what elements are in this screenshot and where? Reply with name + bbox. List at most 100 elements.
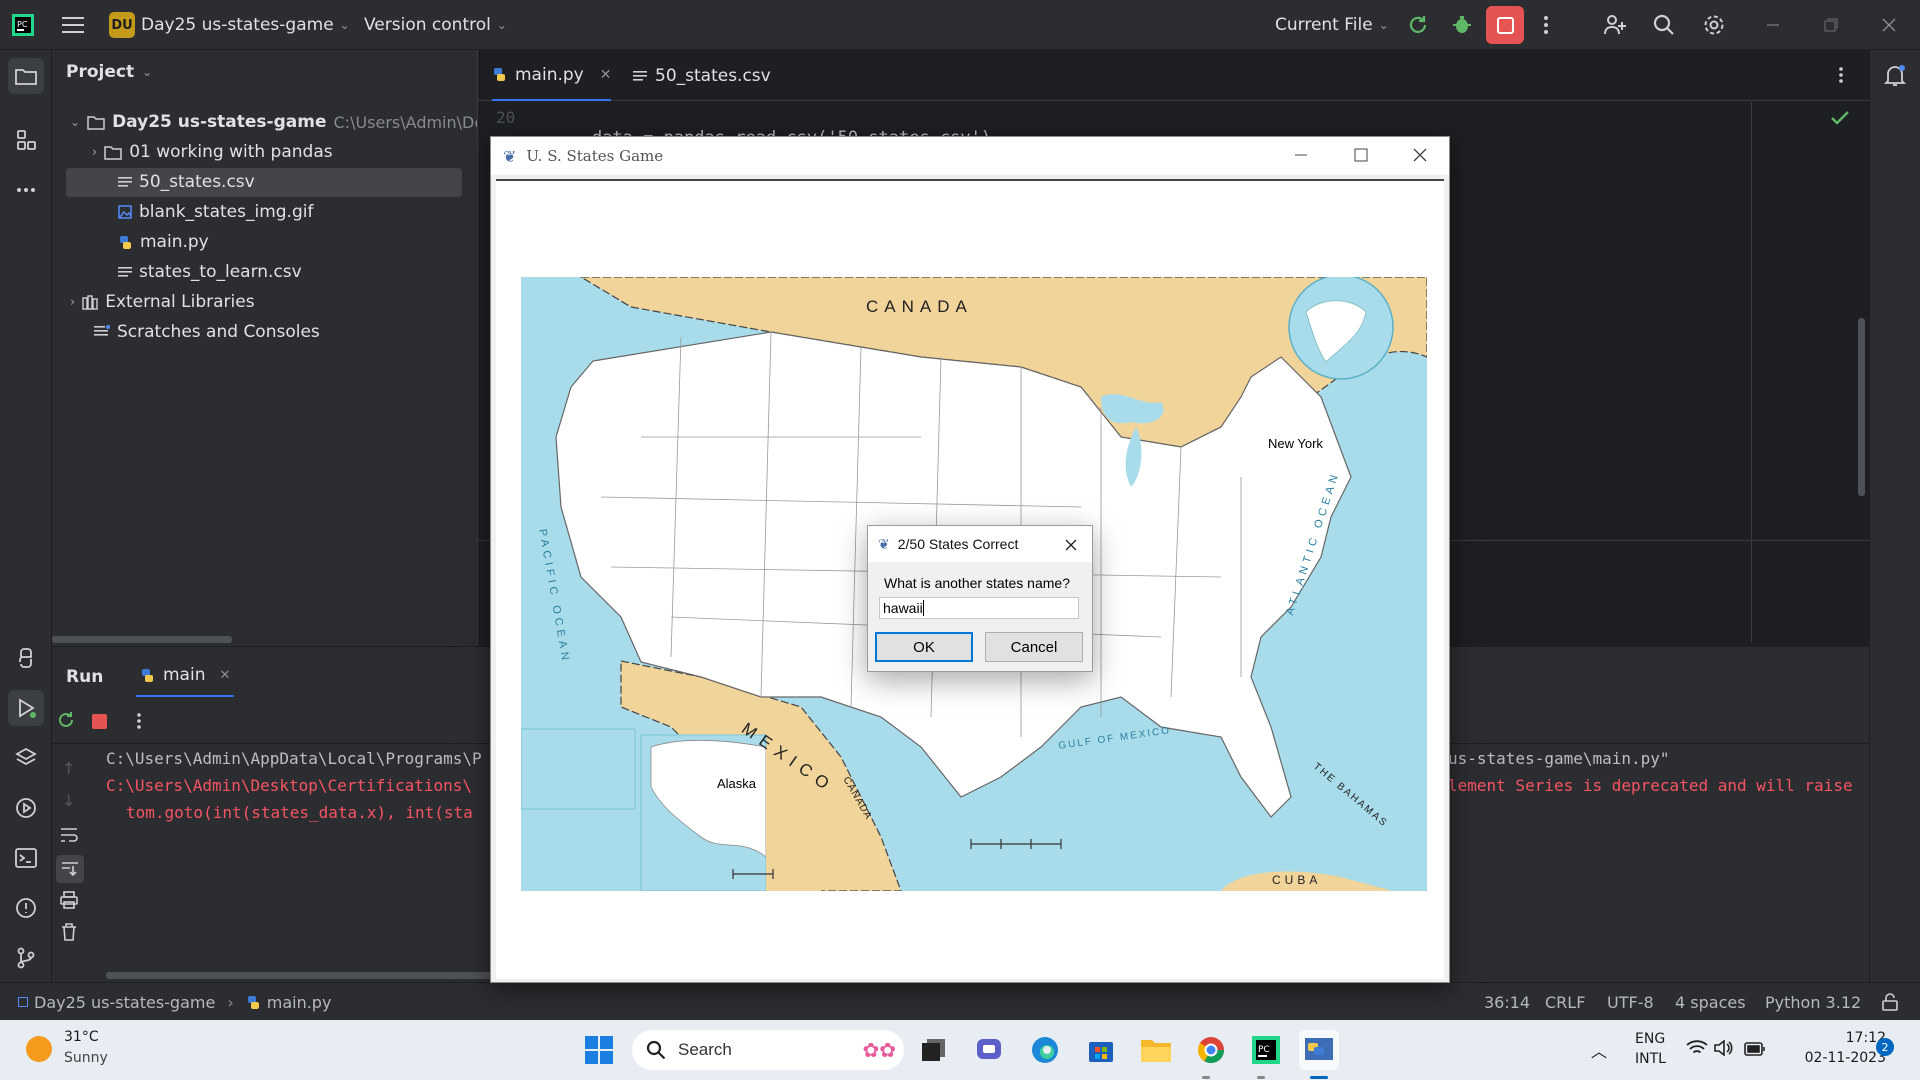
more-actions-icon[interactable] — [136, 712, 142, 734]
run-tool-icon[interactable] — [8, 690, 44, 726]
tree-item-folder-pandas[interactable]: › 01 working with pandas — [92, 138, 333, 166]
state-name-input[interactable]: hawaii — [879, 597, 1079, 619]
no-problems-check-icon[interactable] — [1831, 110, 1849, 129]
language-line-2[interactable]: INTL — [1635, 1051, 1666, 1067]
tree-item-main-py[interactable]: main.py — [118, 228, 209, 256]
chevron-down-icon: ⌄ — [142, 65, 153, 79]
input-value: hawaii — [883, 600, 923, 616]
project-switcher[interactable]: DU Day25 us-states-game ⌄ — [109, 0, 350, 50]
editor-more-icon[interactable] — [1838, 66, 1844, 88]
chevron-down-icon: ⌄ — [1378, 18, 1389, 32]
line-ending[interactable]: CRLF — [1545, 983, 1585, 1021]
scroll-to-end-icon[interactable] — [56, 855, 84, 883]
debug-icon[interactable] — [1451, 0, 1473, 50]
stop-button[interactable] — [1486, 6, 1524, 44]
show-hidden-icons-chevron-icon[interactable]: ︿ — [1591, 1038, 1607, 1062]
project-badge: DU — [109, 12, 135, 38]
breadcrumb[interactable]: Day25 us-states-game › main.py — [18, 983, 331, 1021]
edge-browser-icon[interactable] — [1025, 1030, 1065, 1070]
restore-icon[interactable] — [1824, 0, 1838, 50]
pycharm-logo-icon[interactable]: PC — [12, 0, 34, 50]
wifi-icon[interactable] — [1686, 1040, 1708, 1060]
soft-wrap-icon[interactable] — [60, 827, 78, 847]
language-line-1[interactable]: ENG — [1635, 1031, 1665, 1047]
horizontal-scrollbar[interactable] — [52, 636, 232, 643]
up-arrow-icon[interactable]: ↑ — [62, 759, 75, 778]
search-icon[interactable] — [1653, 0, 1675, 50]
project-tool-folder-icon[interactable] — [8, 58, 44, 94]
notifications-bell-icon[interactable] — [1883, 64, 1907, 92]
tree-item-states-to-learn[interactable]: states_to_learn.csv — [118, 258, 302, 286]
tab-50-states-csv[interactable]: 50_states.csv — [633, 50, 771, 101]
tree-root[interactable]: ⌄ Day25 us-states-game C:\Users\Admin\De… — [70, 108, 493, 136]
python-interpreter[interactable]: Python 3.12 — [1765, 983, 1861, 1021]
minimize-icon[interactable] — [1766, 0, 1780, 50]
run-config-selector[interactable]: Current File ⌄ — [1275, 0, 1389, 50]
code-with-me-icon[interactable] — [1603, 0, 1627, 50]
volume-icon[interactable] — [1714, 1039, 1734, 1060]
file-explorer-icon[interactable] — [1136, 1030, 1176, 1070]
right-tool-window-strip — [1869, 50, 1920, 982]
teams-chat-icon[interactable] — [969, 1030, 1009, 1070]
clock-date[interactable]: 02-11-2023 — [1786, 1050, 1886, 1066]
close-icon[interactable] — [1065, 538, 1077, 556]
python-turtle-taskbar-icon[interactable] — [1299, 1030, 1339, 1070]
rerun-icon[interactable] — [56, 710, 76, 734]
indent-setting[interactable]: 4 spaces — [1675, 983, 1746, 1021]
settings-gear-icon[interactable] — [1703, 0, 1725, 50]
microsoft-store-icon[interactable] — [1081, 1030, 1121, 1070]
tree-item-scratches[interactable]: Scratches and Consoles — [94, 318, 320, 346]
tree-item-blank-states-img[interactable]: blank_states_img.gif — [118, 198, 313, 226]
project-panel-header[interactable]: Project ⌄ — [66, 62, 152, 82]
chevron-down-icon: ⌄ — [496, 18, 507, 32]
vcs-menu[interactable]: Version control ⌄ — [364, 0, 507, 50]
tree-item-external-libraries[interactable]: › External Libraries — [70, 288, 255, 316]
python-console-icon[interactable] — [8, 640, 44, 676]
windows-start-icon[interactable] — [579, 1030, 619, 1070]
rerun-icon[interactable] — [1407, 0, 1429, 50]
maximize-icon[interactable] — [1354, 147, 1368, 166]
line-number: 20 — [496, 108, 516, 127]
close-icon[interactable] — [1882, 0, 1896, 50]
ok-button[interactable]: OK — [875, 632, 973, 662]
minimize-icon[interactable] — [1294, 147, 1308, 166]
close-tab-icon[interactable]: ✕ — [219, 668, 230, 683]
weather-condition: Sunny — [64, 1050, 108, 1066]
file-encoding[interactable]: UTF-8 — [1607, 983, 1654, 1021]
stop-icon[interactable] — [92, 714, 107, 729]
vertical-scrollbar[interactable] — [1858, 318, 1865, 496]
state-label-new-york: New York — [1268, 436, 1323, 451]
windows-taskbar: 31°C Sunny Search ✿✿ PC ︿ ENG INTL 17:12… — [0, 1020, 1920, 1080]
map-label-cuba: CUBA — [1272, 873, 1322, 887]
python-file-icon — [142, 668, 153, 682]
tree-item-label: 01 working with pandas — [129, 142, 333, 162]
cancel-button[interactable]: Cancel — [985, 632, 1083, 662]
sun-weather-icon[interactable] — [26, 1036, 52, 1062]
tree-item-50-states-csv[interactable]: 50_states.csv — [118, 168, 255, 196]
tab-label: 50_states.csv — [655, 65, 771, 86]
notification-count-badge[interactable]: 2 — [1876, 1038, 1894, 1056]
close-icon[interactable] — [1413, 147, 1427, 166]
vcs-label: Version control — [364, 15, 491, 35]
close-tab-icon[interactable]: ✕ — [600, 67, 612, 83]
feather-icon: ❦ — [878, 535, 890, 552]
main-menu-icon[interactable] — [62, 0, 84, 50]
run-tab-main[interactable]: main ✕ — [136, 655, 235, 697]
unlock-icon[interactable] — [1882, 983, 1898, 1021]
print-icon[interactable] — [60, 891, 78, 913]
chrome-browser-icon[interactable] — [1191, 1030, 1231, 1070]
more-actions-icon[interactable] — [1543, 0, 1549, 50]
taskbar-search[interactable]: Search ✿✿ — [632, 1030, 904, 1070]
more-tools-icon[interactable] — [8, 172, 44, 208]
battery-icon[interactable] — [1744, 1041, 1766, 1060]
library-icon — [82, 294, 98, 310]
dialog-titlebar[interactable]: ❦ 2/50 States Correct — [868, 526, 1092, 562]
trash-icon[interactable] — [61, 923, 77, 945]
task-view-icon[interactable] — [914, 1030, 954, 1070]
pycharm-taskbar-icon[interactable]: PC — [1246, 1030, 1286, 1070]
down-arrow-icon[interactable]: ↓ — [62, 791, 75, 810]
caret-position[interactable]: 36:14 — [1484, 983, 1530, 1021]
tab-main-py[interactable]: main.py ✕ — [492, 50, 612, 101]
tree-item-label: External Libraries — [105, 292, 255, 312]
structure-icon[interactable] — [8, 122, 44, 158]
